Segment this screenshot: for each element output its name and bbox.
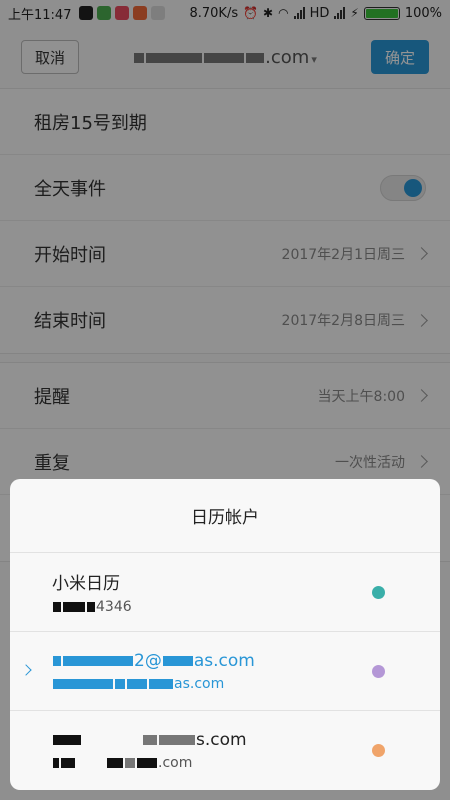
chevron-right-icon (20, 664, 32, 676)
calendar-account-dialog: 日历帐户 小米日历 4346 2@ as.com as.com s.com .co… (10, 479, 440, 790)
dialog-title: 日历帐户 (10, 479, 440, 553)
account-color-dot (372, 665, 385, 678)
account-sub: as.com (52, 676, 440, 692)
account-sub-suffix: .com (158, 755, 193, 771)
account-name-suffix: s.com (196, 730, 247, 750)
account-name-mid: as.com (193, 650, 255, 671)
account-sub-suffix: 4346 (96, 599, 132, 615)
account-sub: .com (52, 755, 440, 771)
account-color-dot (372, 586, 385, 599)
account-color-dot (372, 744, 385, 757)
account-item-outlook[interactable]: 2@ as.com as.com (10, 632, 440, 711)
account-sub: 4346 (52, 599, 440, 615)
account-sub-suffix: as.com (174, 675, 225, 692)
account-item-third[interactable]: s.com .com (10, 711, 440, 790)
account-item-mi-calendar[interactable]: 小米日历 4346 (10, 553, 440, 632)
